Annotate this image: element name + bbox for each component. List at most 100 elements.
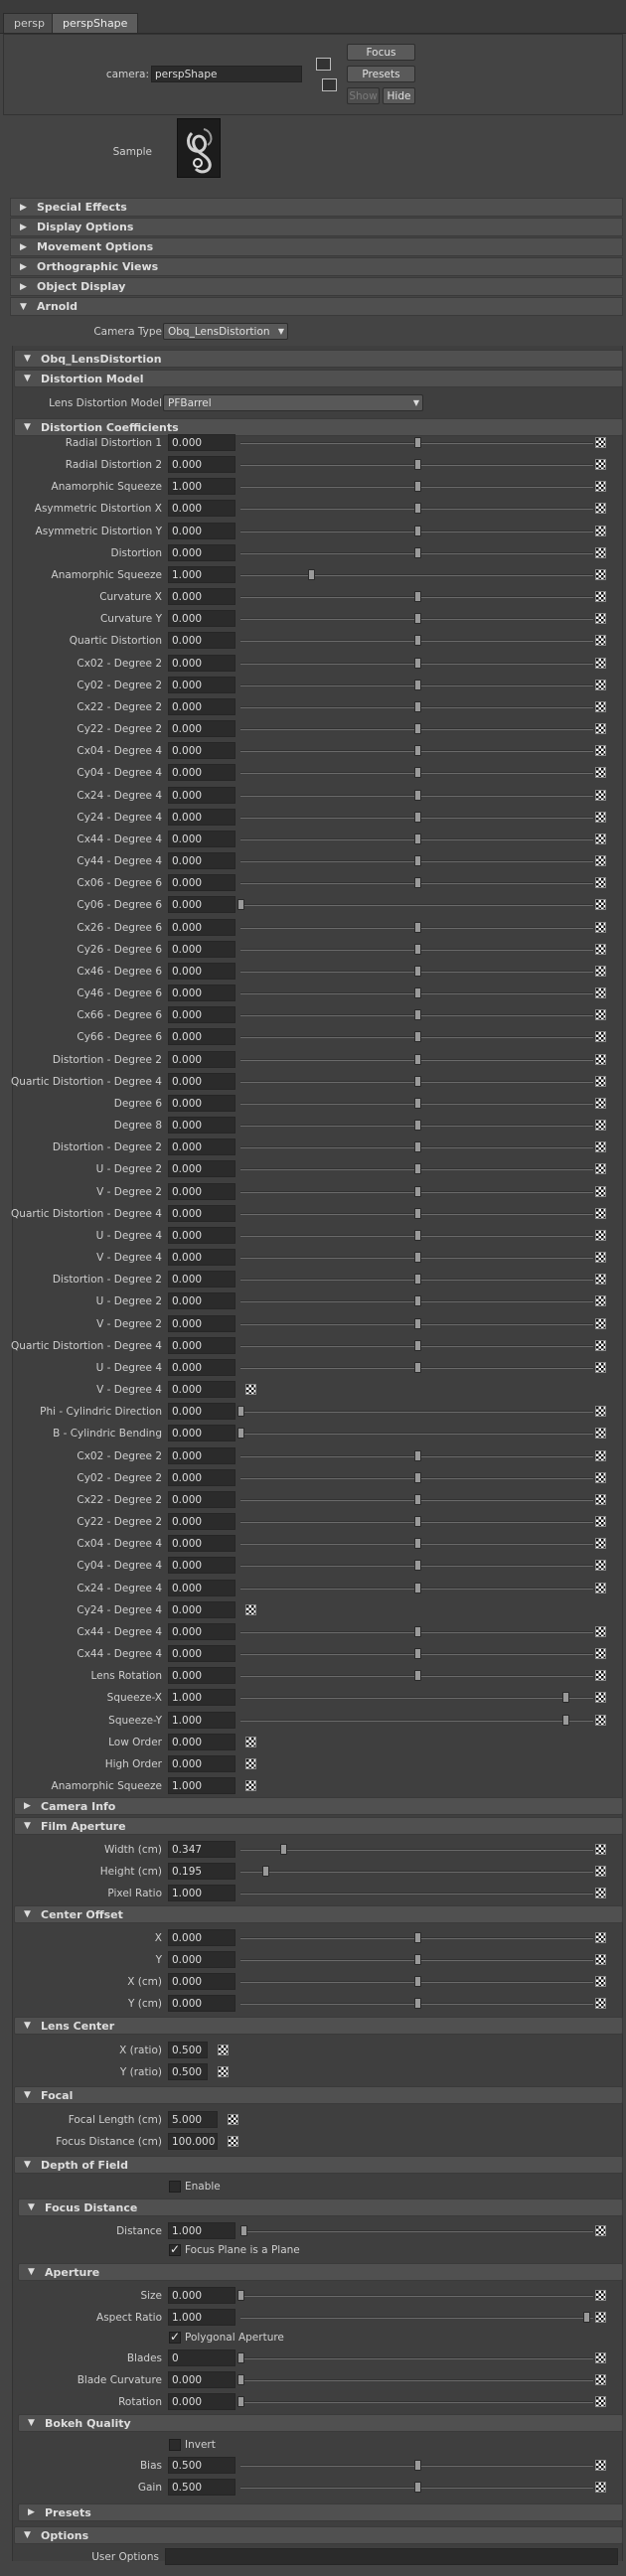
section-options[interactable]: ▼ Options [14,2526,623,2544]
attr-value-field[interactable]: 0.000 [168,787,235,804]
slider-handle[interactable] [413,812,421,823]
map-texture-button[interactable] [595,1141,606,1152]
attr-value-field[interactable]: 1.000 [168,1689,235,1706]
slider-handle[interactable] [413,1932,421,1943]
map-texture-button[interactable] [595,1031,606,1042]
slider-handle[interactable] [413,503,421,514]
expand-arrow-icon[interactable]: ▶ [28,2504,35,2521]
collapse-arrow-icon[interactable]: ▼ [24,2157,31,2174]
slider-handle[interactable] [237,2290,244,2301]
map-texture-button[interactable] [595,2482,606,2493]
map-texture-button[interactable] [595,833,606,844]
camera-type-dropdown[interactable]: Obq_LensDistortion ▼ [163,323,288,340]
map-texture-button[interactable] [595,459,606,470]
map-texture-button[interactable] [595,2225,606,2236]
tab-persp[interactable]: persp [3,13,56,33]
attr-value-field[interactable]: 0.000 [168,523,235,539]
section-movement-options[interactable]: ▶ Movement Options [10,237,623,256]
expand-arrow-icon[interactable]: ▶ [20,278,27,296]
slider-handle[interactable] [413,1494,421,1505]
slider-handle[interactable] [413,2460,421,2471]
slider-handle[interactable] [413,855,421,866]
attr-value-field[interactable]: 0.000 [168,698,235,715]
map-texture-button[interactable] [595,1098,606,1109]
attr-value-field[interactable]: 0.000 [168,1469,235,1486]
attr-value-field[interactable]: 0.000 [168,1227,235,1244]
slider-handle[interactable] [237,1428,244,1439]
slider-handle[interactable] [413,1340,421,1351]
map-texture-button[interactable] [595,2352,606,2363]
map-texture-button[interactable] [595,2374,606,2385]
attr-value-field[interactable]: 0.000 [168,1645,235,1662]
attr-value-field[interactable]: 0.000 [168,1271,235,1288]
slider-handle[interactable] [413,922,421,933]
attr-value-field[interactable]: 0.500 [168,2479,235,2496]
attr-value-field[interactable]: 0.000 [168,1623,235,1640]
slider-handle[interactable] [413,591,421,602]
attr-value-field[interactable]: 0.000 [168,1929,235,1946]
attr-value-field[interactable]: 0 [168,2349,235,2366]
map-texture-button[interactable] [595,1295,606,1306]
section-presets[interactable]: ▶ Presets [18,2503,623,2521]
attr-value-field[interactable]: 0.000 [168,1381,235,1398]
attr-value-field[interactable]: 0.000 [168,1117,235,1134]
map-texture-button[interactable] [595,680,606,690]
slider-track[interactable] [240,2317,593,2319]
slider-handle[interactable] [413,1186,421,1197]
load-icon[interactable] [316,58,331,71]
attr-value-field[interactable]: 0.000 [168,1337,235,1354]
slider-track[interactable] [240,1893,593,1894]
slider-handle[interactable] [413,680,421,690]
slider-track[interactable] [240,2230,593,2232]
slider-handle[interactable] [561,1692,569,1703]
section-center-offset[interactable]: ▼ Center Offset [14,1905,623,1923]
slider-handle[interactable] [413,1583,421,1593]
section-lens-center[interactable]: ▼ Lens Center [14,2017,623,2035]
attr-value-field[interactable]: 0.000 [168,1535,235,1552]
attr-value-field[interactable]: 100.000 [168,2133,218,2150]
slider-handle[interactable] [413,1976,421,1987]
map-texture-button[interactable] [595,1866,606,1877]
map-texture-button[interactable] [595,2312,606,2323]
attr-value-field[interactable]: 0.000 [168,2371,235,2388]
collapse-arrow-icon[interactable]: ▼ [28,2264,35,2281]
map-texture-button[interactable] [595,966,606,977]
attr-value-field[interactable]: 0.000 [168,1205,235,1222]
attr-value-field[interactable]: 1.000 [168,478,235,495]
attr-value-field[interactable]: 0.000 [168,500,235,517]
map-texture-button[interactable] [228,2114,238,2125]
attr-value-field[interactable]: 0.000 [168,720,235,737]
slider-handle[interactable] [413,1538,421,1549]
collapse-arrow-icon[interactable]: ▼ [24,2527,31,2544]
attr-value-field[interactable]: 0.000 [168,809,235,826]
attr-value-field[interactable]: 0.000 [168,1425,235,1441]
slider-track[interactable] [240,2295,593,2297]
map-texture-button[interactable] [595,1976,606,1987]
slider-handle[interactable] [413,1560,421,1571]
map-texture-button[interactable] [595,899,606,910]
map-texture-button[interactable] [595,2396,606,2407]
collapse-arrow-icon[interactable]: ▼ [28,2199,35,2216]
attr-value-field[interactable]: 0.000 [168,2393,235,2410]
attr-value-field[interactable]: 0.000 [168,588,235,605]
slider-handle[interactable] [413,1009,421,1020]
slider-handle[interactable] [413,790,421,801]
expand-arrow-icon[interactable]: ▶ [20,238,27,256]
slider-handle[interactable] [413,437,421,448]
slider-handle[interactable] [413,1098,421,1109]
section-orthographic-views[interactable]: ▶ Orthographic Views [10,257,623,276]
slider-handle[interactable] [413,966,421,977]
slider-handle[interactable] [413,723,421,734]
map-texture-button[interactable] [595,1186,606,1197]
map-texture-button[interactable] [218,2066,229,2077]
camera-name-field[interactable]: perspShape [151,66,302,82]
slider-track[interactable] [240,1697,593,1699]
attr-value-field[interactable]: 0.000 [168,632,235,649]
user-options-field[interactable] [165,2548,618,2565]
attr-value-field[interactable]: 0.000 [168,1315,235,1332]
attr-value-field[interactable]: 0.000 [168,919,235,936]
slider-handle[interactable] [237,899,244,910]
map-texture-button[interactable] [595,1472,606,1483]
slider-handle[interactable] [413,1054,421,1065]
attr-value-field[interactable]: 0.000 [168,1951,235,1968]
